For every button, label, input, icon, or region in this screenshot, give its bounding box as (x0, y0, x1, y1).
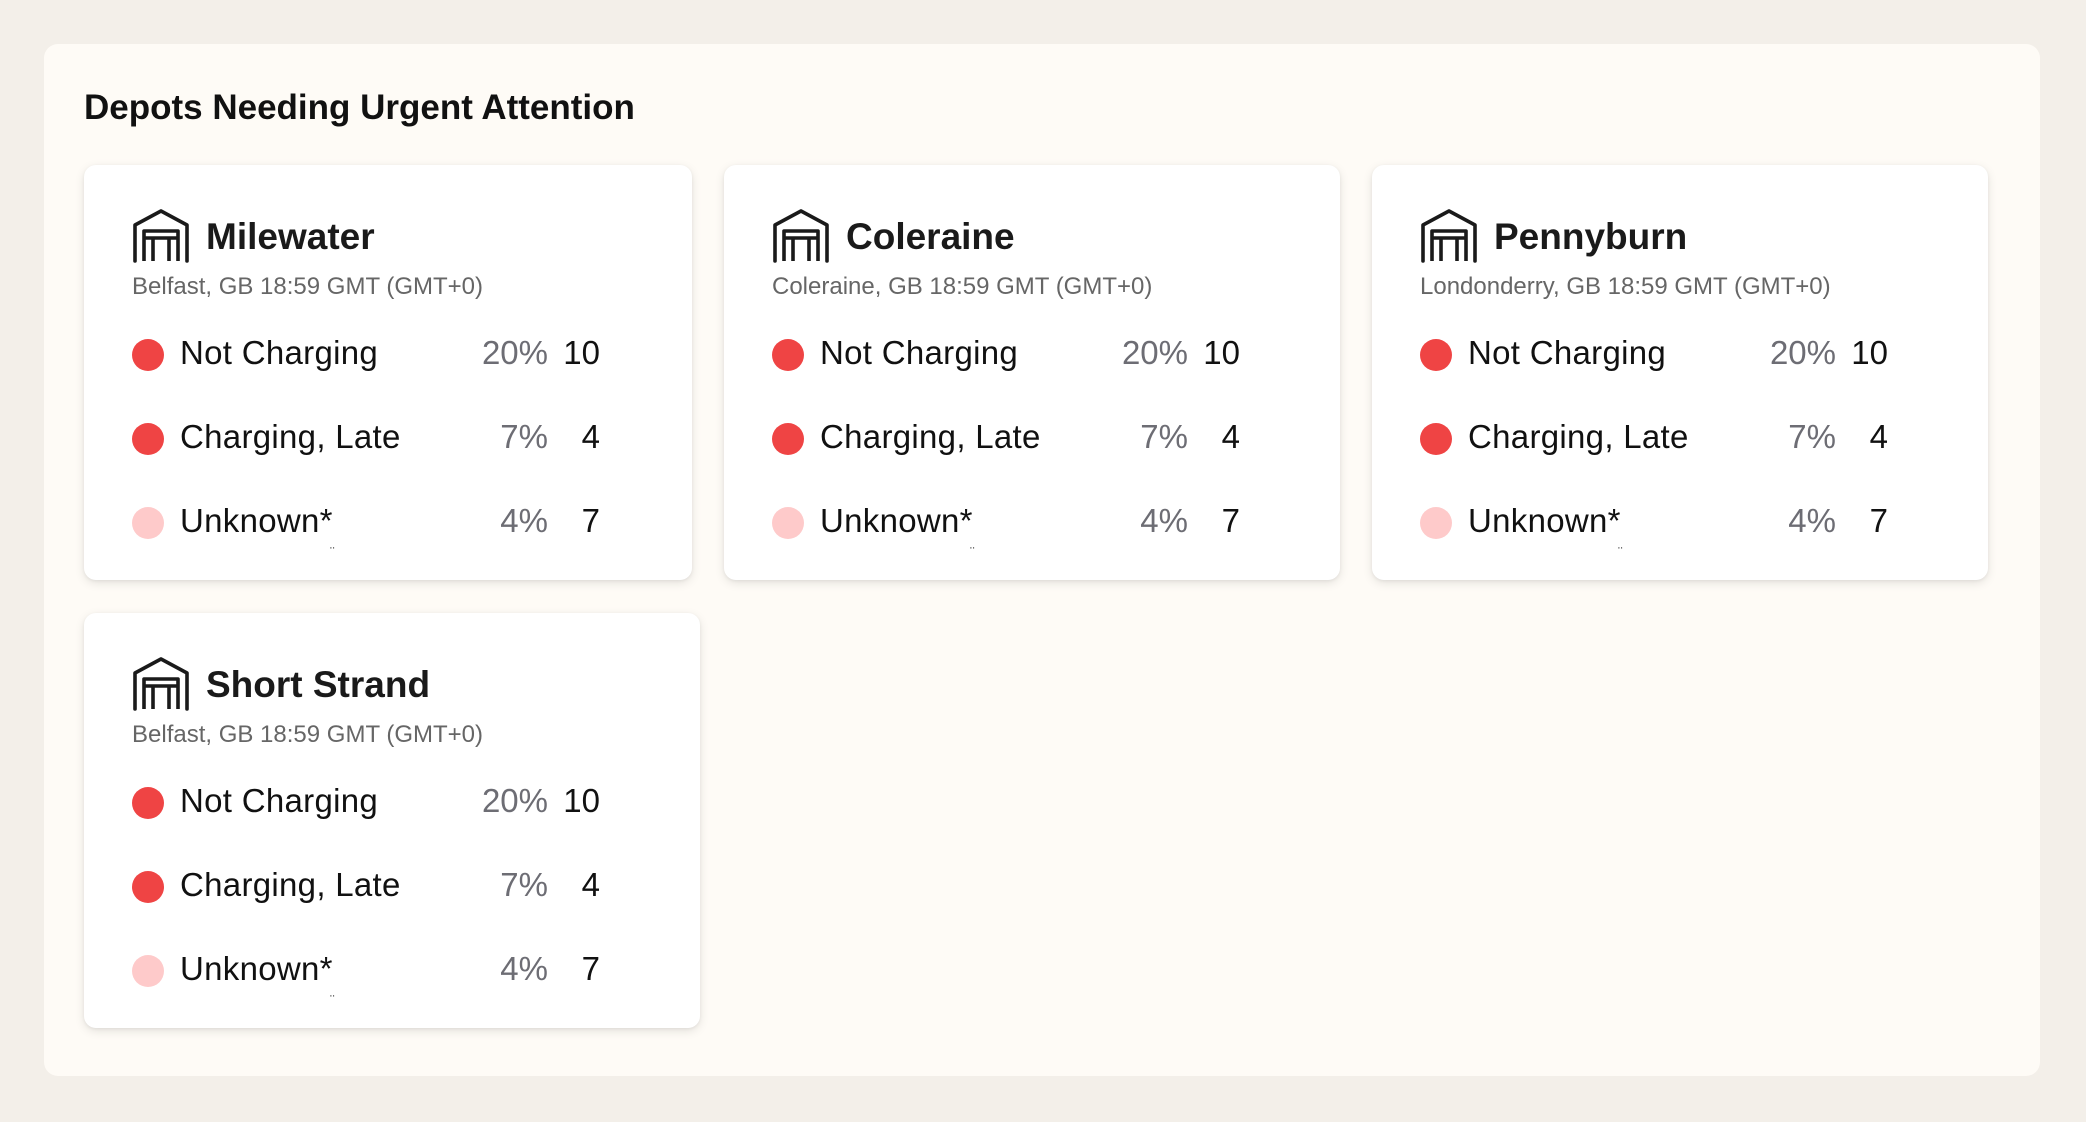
status-row: Not Charging 20% 10 (132, 781, 700, 821)
depot-name: Coleraine (846, 215, 1015, 257)
depot-location-time: Londonderry, GB 18:59 GMT (GMT+0) (1420, 273, 1831, 300)
depot-card[interactable]: Pennyburn Londonderry, GB 18:59 GMT (GMT+… (1372, 165, 1988, 580)
status-dot (132, 955, 164, 987)
status-percent: 20% (481, 782, 548, 819)
status-percent: 7% (500, 866, 548, 903)
status-count: 7 (1221, 502, 1240, 539)
garage-icon (132, 207, 190, 265)
status-label: Charging, Late (180, 866, 401, 903)
status-percent: 4% (1788, 502, 1836, 539)
status-row: Charging, Late 7% 4 (1420, 417, 1988, 457)
status-count: 4 (1869, 418, 1888, 455)
status-percent: 4% (1140, 502, 1188, 539)
depot-card[interactable]: Coleraine Coleraine, GB 18:59 GMT (GMT+0)… (724, 165, 1340, 580)
status-dot (772, 507, 804, 539)
status-label: Charging, Late (1468, 418, 1689, 455)
status-row: Not Charging 20% 10 (132, 333, 692, 373)
depot-card-header: Short Strand (132, 655, 430, 713)
status-label: Unknown* (820, 502, 973, 539)
garage-icon (132, 655, 190, 713)
panel-title: Depots Needing Urgent Attention (84, 88, 635, 127)
status-dot (132, 507, 164, 539)
depot-name: Pennyburn (1494, 215, 1688, 257)
depot-name: Milewater (206, 215, 375, 257)
depot-location-time: Belfast, GB 18:59 GMT (GMT+0) (132, 721, 483, 748)
depot-card-header: Coleraine (772, 207, 1015, 265)
depot-card[interactable]: Short Strand Belfast, GB 18:59 GMT (GMT+0… (84, 613, 700, 1028)
status-label: Not Charging (180, 334, 379, 371)
status-dot (772, 423, 804, 455)
tooltip-indicator: ¨ (330, 992, 335, 1008)
garage-icon (772, 207, 830, 265)
depot-location-time: Coleraine, GB 18:59 GMT (GMT+0) (772, 273, 1153, 300)
status-percent: 20% (1121, 334, 1188, 371)
tooltip-indicator: ¨ (1618, 544, 1623, 560)
depot-location-time: Belfast, GB 18:59 GMT (GMT+0) (132, 273, 483, 300)
status-count: 7 (1869, 502, 1888, 539)
status-percent: 4% (500, 950, 548, 987)
status-row: Unknown* 4% 7 ¨ (1420, 501, 1988, 559)
status-dot (1420, 507, 1452, 539)
status-count: 4 (581, 418, 600, 455)
tooltip-indicator: ¨ (970, 544, 975, 560)
status-row: Charging, Late 7% 4 (132, 865, 700, 905)
status-dot (1420, 339, 1452, 371)
status-count: 10 (563, 782, 600, 819)
status-count: 10 (1203, 334, 1240, 371)
status-count: 4 (581, 866, 600, 903)
depot-card-header: Milewater (132, 207, 375, 265)
status-dot (1420, 423, 1452, 455)
depot-name: Short Strand (206, 663, 431, 705)
status-dot (132, 787, 164, 819)
status-percent: 4% (500, 502, 548, 539)
status-label: Charging, Late (820, 418, 1041, 455)
status-percent: 7% (500, 418, 548, 455)
status-count: 7 (581, 950, 600, 987)
status-label: Unknown* (180, 950, 333, 987)
status-percent: 7% (1788, 418, 1836, 455)
status-dot (132, 423, 164, 455)
status-percent: 7% (1140, 418, 1188, 455)
status-row: Unknown* 4% 7 ¨ (132, 949, 700, 1007)
status-dot (132, 871, 164, 903)
status-label: Not Charging (1468, 334, 1667, 371)
status-label: Not Charging (180, 782, 379, 819)
status-label: Unknown* (1468, 502, 1621, 539)
status-row: Charging, Late 7% 4 (772, 417, 1340, 457)
status-percent: 20% (1769, 334, 1836, 371)
status-label: Unknown* (180, 502, 333, 539)
status-dot (772, 339, 804, 371)
status-count: 10 (563, 334, 600, 371)
status-label: Charging, Late (180, 418, 401, 455)
status-row: Unknown* 4% 7 ¨ (772, 501, 1340, 559)
status-percent: 20% (481, 334, 548, 371)
status-row: Not Charging 20% 10 (1420, 333, 1988, 373)
garage-icon (1420, 207, 1478, 265)
status-dot (132, 339, 164, 371)
status-count: 7 (581, 502, 600, 539)
status-count: 10 (1851, 334, 1888, 371)
depot-card-header: Pennyburn (1420, 207, 1687, 265)
status-row: Charging, Late 7% 4 (132, 417, 692, 457)
status-row: Unknown* 4% 7 ¨ (132, 501, 692, 559)
status-row: Not Charging 20% 10 (772, 333, 1340, 373)
depot-card[interactable]: Milewater Belfast, GB 18:59 GMT (GMT+0) No… (84, 165, 692, 580)
tooltip-indicator: ¨ (330, 544, 335, 560)
status-label: Not Charging (820, 334, 1019, 371)
status-count: 4 (1221, 418, 1240, 455)
